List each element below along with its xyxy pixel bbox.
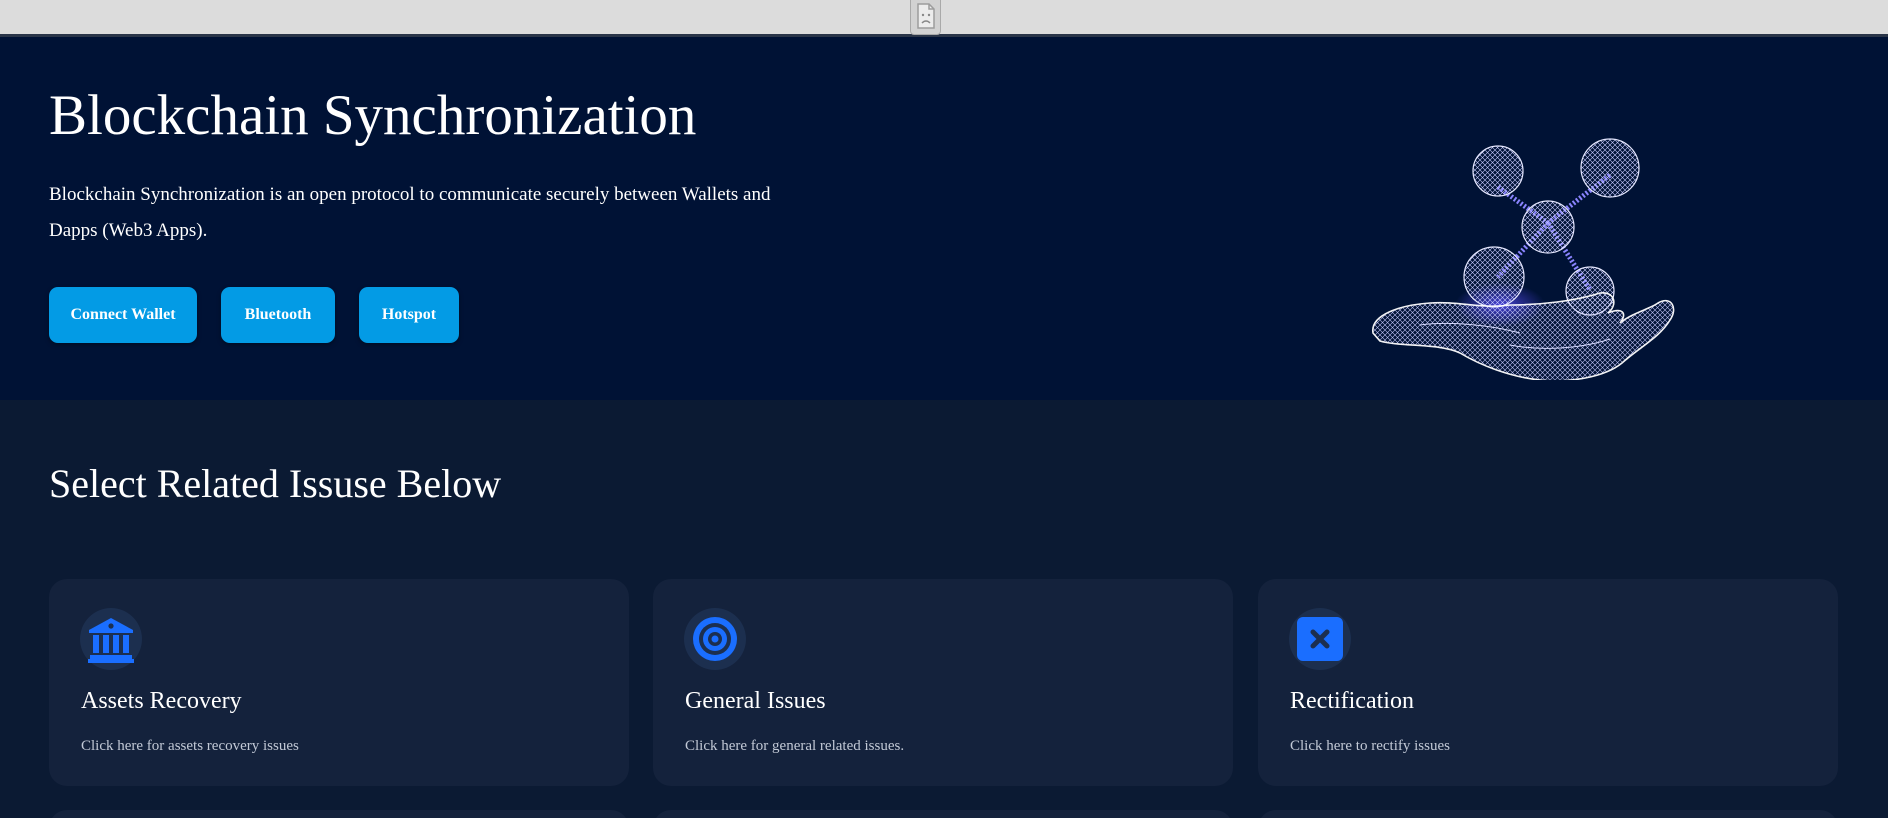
- wireframe-hand-molecule-icon: [1360, 95, 1680, 382]
- card-description: Click here to rectify issues: [1290, 738, 1450, 754]
- card-rectification[interactable]: Rectification Click here to rectify issu…: [1258, 579, 1838, 786]
- target-icon: [684, 608, 746, 670]
- card-description: Click here for general related issues.: [685, 738, 905, 754]
- card-partial[interactable]: [653, 810, 1233, 818]
- issues-section: Select Related Issuse Below Assets Recov…: [0, 400, 1888, 818]
- section-title: Select Related Issuse Below: [49, 461, 502, 506]
- broken-image-icon: [910, 0, 941, 35]
- bank-icon: [80, 608, 142, 670]
- card-title: Rectification: [1290, 688, 1414, 714]
- card-title: General Issues: [685, 688, 826, 714]
- card-general-issues[interactable]: General Issues Click here for general re…: [653, 579, 1233, 786]
- card-partial[interactable]: [49, 810, 629, 818]
- connect-wallet-button[interactable]: Connect Wallet: [49, 287, 197, 343]
- close-box-icon: [1289, 608, 1351, 670]
- card-title: Assets Recovery: [81, 688, 242, 714]
- card-description: Click here for assets recovery issues: [81, 738, 299, 754]
- card-assets-recovery[interactable]: Assets Recovery Click here for assets re…: [49, 579, 629, 786]
- card-partial[interactable]: [1258, 810, 1838, 818]
- hero-title: Blockchain Synchronization: [49, 84, 697, 147]
- hero-section: Blockchain Synchronization Blockchain Sy…: [0, 37, 1888, 400]
- bluetooth-button[interactable]: Bluetooth: [221, 287, 335, 343]
- hotspot-button[interactable]: Hotspot: [359, 287, 459, 343]
- hero-description: Blockchain Synchronization is an open pr…: [49, 184, 771, 241]
- top-bar: [0, 0, 1888, 37]
